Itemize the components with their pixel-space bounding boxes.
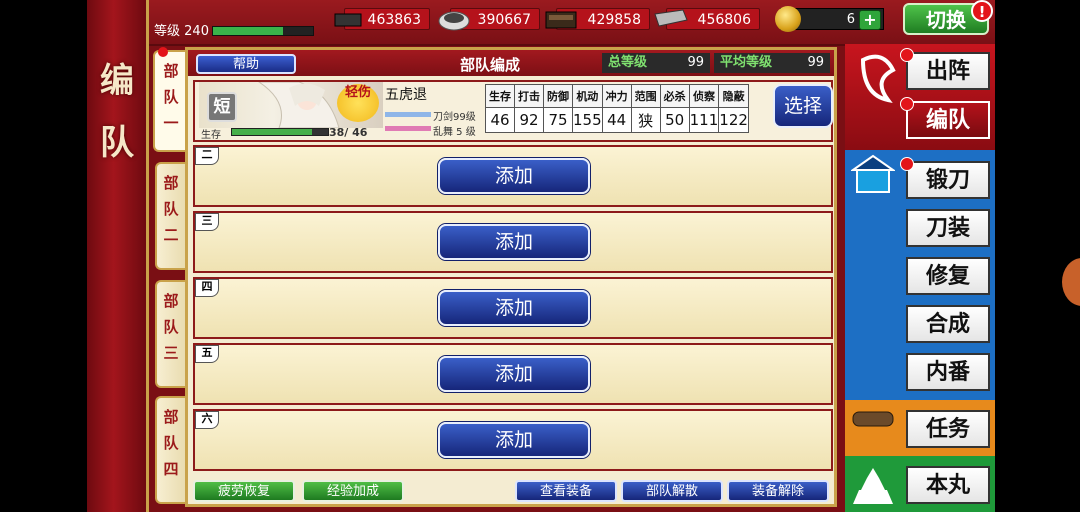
resource-charcoal: 463863: [334, 8, 430, 30]
emblem-icon: [860, 54, 896, 103]
menu-fusion[interactable]: 合成: [906, 305, 990, 343]
stat-header: 打击: [514, 84, 544, 108]
coolant-icon: [543, 6, 579, 32]
menu-forge[interactable]: 锻刀: [906, 161, 990, 199]
resource-whetstone: 456806: [654, 8, 760, 30]
stats-table: 生存 打击 防御 机动 冲力 范围 必杀 侦察 隐蔽 46 92 75 155 …: [485, 84, 749, 133]
disband-party-button[interactable]: 部队解散: [621, 480, 723, 502]
party-slot: 二 添加: [193, 145, 833, 207]
sword-name: 五虎退: [385, 87, 427, 103]
stat-header: 隐蔽: [718, 84, 749, 108]
stat-value: 122: [718, 107, 749, 133]
stat-value: 44: [601, 107, 632, 133]
hp-value: 38/ 46: [329, 126, 368, 139]
panel-title: 部队编成: [460, 56, 521, 74]
notification-dot: [158, 47, 168, 57]
menu-repair[interactable]: 修复: [906, 257, 990, 295]
floating-assistant-button[interactable]: [1062, 258, 1080, 306]
notification-dot: [900, 97, 914, 111]
tab-party-4[interactable]: 部队四: [155, 396, 185, 504]
slot-number: 六: [195, 411, 219, 429]
help-button[interactable]: 帮助: [196, 54, 296, 74]
average-level: 平均等级 99: [714, 53, 830, 73]
steel-icon: [437, 6, 473, 32]
ranbu-level: 乱舞 5 级: [433, 127, 476, 138]
castle-icon: [853, 468, 893, 504]
view-equipment-button[interactable]: 查看装备: [515, 480, 617, 502]
party-slot: 六 添加: [193, 409, 833, 471]
sword-slot[interactable]: 短 轻伤 生存 38/ 46 五虎退 刀剑99级 乱舞 5 级 生存 打击 防御…: [193, 80, 833, 142]
coin-icon: [775, 6, 801, 32]
forge-building-icon: [851, 154, 895, 193]
notification-dot: [900, 48, 914, 62]
level-label: 等级 240: [154, 24, 209, 39]
add-button[interactable]: 添加: [438, 158, 590, 194]
tab-party-1[interactable]: 部队一: [153, 50, 187, 152]
slot-number: 五: [195, 345, 219, 363]
party-slot: 五 添加: [193, 343, 833, 405]
party-panel: 帮助 部队编成 总等级 99 平均等级 99 短 轻伤 生存 38/ 46 五虎退 …: [185, 47, 837, 507]
slot-number: 二: [195, 147, 219, 165]
injury-badge: 轻伤: [337, 84, 379, 122]
resource-coolant: 429858: [545, 8, 650, 30]
ranbu-bar: [385, 126, 431, 131]
menu-quest[interactable]: 任务: [906, 410, 990, 448]
exp-boost-button[interactable]: 经验加成: [302, 480, 404, 502]
stat-value: 75: [543, 107, 573, 133]
level-progress-bar: [212, 26, 314, 36]
stat-header: 侦察: [688, 84, 720, 108]
hp-label: 生存: [201, 130, 221, 141]
scroll-icon: [852, 411, 894, 427]
slot-number: 三: [195, 213, 219, 231]
menu-equipment[interactable]: 刀装: [906, 209, 990, 247]
sword-portrait[interactable]: 短 轻伤: [199, 82, 383, 128]
stat-value: 50: [659, 107, 690, 133]
menu-sortie[interactable]: 出阵: [906, 52, 990, 90]
sword-level: 刀剑99级: [433, 112, 476, 123]
stat-value: 92: [514, 107, 544, 133]
notification-dot: [900, 157, 914, 171]
stat-value: 155: [572, 107, 603, 133]
alert-badge: !: [971, 0, 993, 22]
stat-header: 生存: [485, 84, 515, 108]
hp-bar: [231, 128, 329, 136]
stat-header: 范围: [630, 84, 661, 108]
party-slot: 四 添加: [193, 277, 833, 339]
add-button[interactable]: 添加: [438, 356, 590, 392]
slot-number: 四: [195, 279, 219, 297]
stat-header: 冲力: [601, 84, 632, 108]
tab-party-3[interactable]: 部队三: [155, 280, 185, 388]
menu-formation[interactable]: 编队: [906, 101, 990, 139]
sidebar-title: 编 队: [95, 50, 139, 174]
stat-value: 46: [485, 107, 515, 133]
fatigue-recovery-button[interactable]: 疲劳恢复: [193, 480, 295, 502]
add-button[interactable]: 添加: [438, 224, 590, 260]
stat-header: 防御: [543, 84, 573, 108]
stat-header: 必杀: [659, 84, 690, 108]
left-banner: 编 队: [87, 0, 149, 512]
party-slot: 三 添加: [193, 211, 833, 273]
sidebar-title-char: 队: [100, 123, 134, 163]
add-koban-button[interactable]: +: [859, 10, 881, 30]
resource-steel: 390667: [438, 8, 540, 31]
menu-internal-duty[interactable]: 内番: [906, 353, 990, 391]
total-level: 总等级 99: [602, 53, 710, 73]
type-badge: 短: [207, 92, 237, 122]
sidebar-title-char: 编: [100, 61, 134, 101]
menu-citadel[interactable]: 本丸: [906, 466, 990, 504]
charcoal-icon: [331, 6, 367, 32]
stat-value: 111: [688, 107, 720, 133]
koban-counter: 6 +: [775, 6, 884, 32]
select-button[interactable]: 选择: [773, 84, 833, 128]
level-bar: [385, 112, 431, 117]
panel-header: 帮助 部队编成 总等级 99 平均等级 99: [188, 50, 834, 76]
whetstone-icon: [653, 6, 689, 32]
add-button[interactable]: 添加: [438, 422, 590, 458]
stat-header: 机动: [572, 84, 603, 108]
tab-party-2[interactable]: 部队二: [155, 162, 185, 270]
unequip-button[interactable]: 装备解除: [727, 480, 829, 502]
stat-value: 狭: [630, 107, 661, 133]
add-button[interactable]: 添加: [438, 290, 590, 326]
